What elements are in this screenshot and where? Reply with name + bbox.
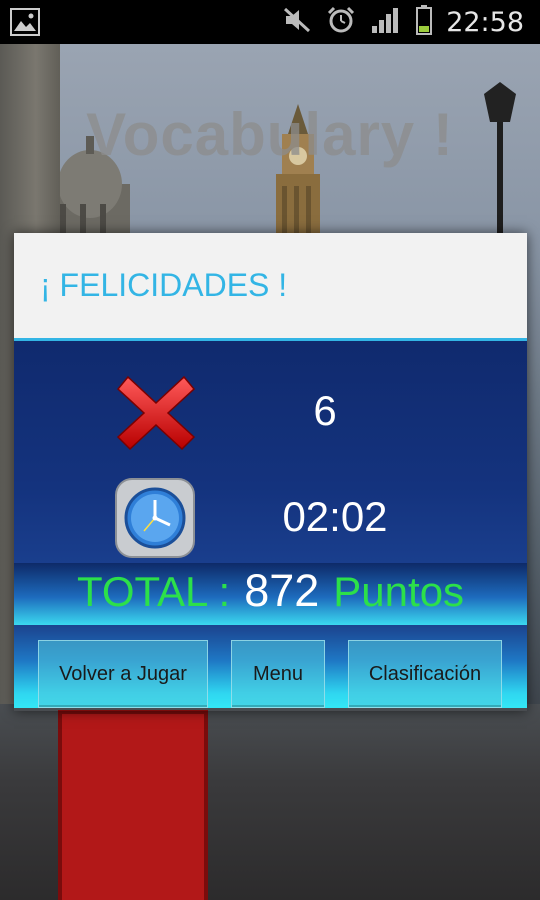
app-title: Vocabulary ! xyxy=(86,101,454,168)
battery-icon xyxy=(416,5,433,39)
gallery-notification-icon xyxy=(10,8,40,40)
status-bar: 22:58 xyxy=(0,0,540,44)
errors-count: 6 xyxy=(313,387,337,434)
time-row: 02:02 xyxy=(14,477,527,567)
signal-icon xyxy=(370,6,402,38)
total-points: 872 xyxy=(244,565,320,616)
red-phone-booth xyxy=(58,710,208,900)
alarm-icon xyxy=(326,5,356,39)
menu-button[interactable]: Menu xyxy=(231,640,325,708)
dialog-header: ¡ FELICIDADES ! xyxy=(14,233,527,341)
total-score: TOTAL : 872 Puntos xyxy=(14,565,527,617)
total-label: TOTAL : xyxy=(76,568,231,615)
errors-row: 6 xyxy=(14,371,527,461)
dialog-title: ¡ FELICIDADES ! xyxy=(40,267,288,303)
ranking-button[interactable]: Clasificación xyxy=(348,640,502,708)
elapsed-time: 02:02 xyxy=(282,493,388,540)
total-unit: Puntos xyxy=(333,568,465,615)
results-dialog: ¡ FELICIDADES ! 6 02:02 TOTAL: 872 Punt… xyxy=(14,233,527,711)
clock-icon xyxy=(114,477,196,559)
red-x-icon xyxy=(116,373,198,455)
play-again-button[interactable]: Volver a Jugar xyxy=(38,640,208,708)
clock-time: 22:58 xyxy=(446,6,524,38)
dialog-body: 6 02:02 TOTAL : 872 Puntos Volver a Jugar xyxy=(14,341,527,708)
mute-icon xyxy=(282,6,312,38)
